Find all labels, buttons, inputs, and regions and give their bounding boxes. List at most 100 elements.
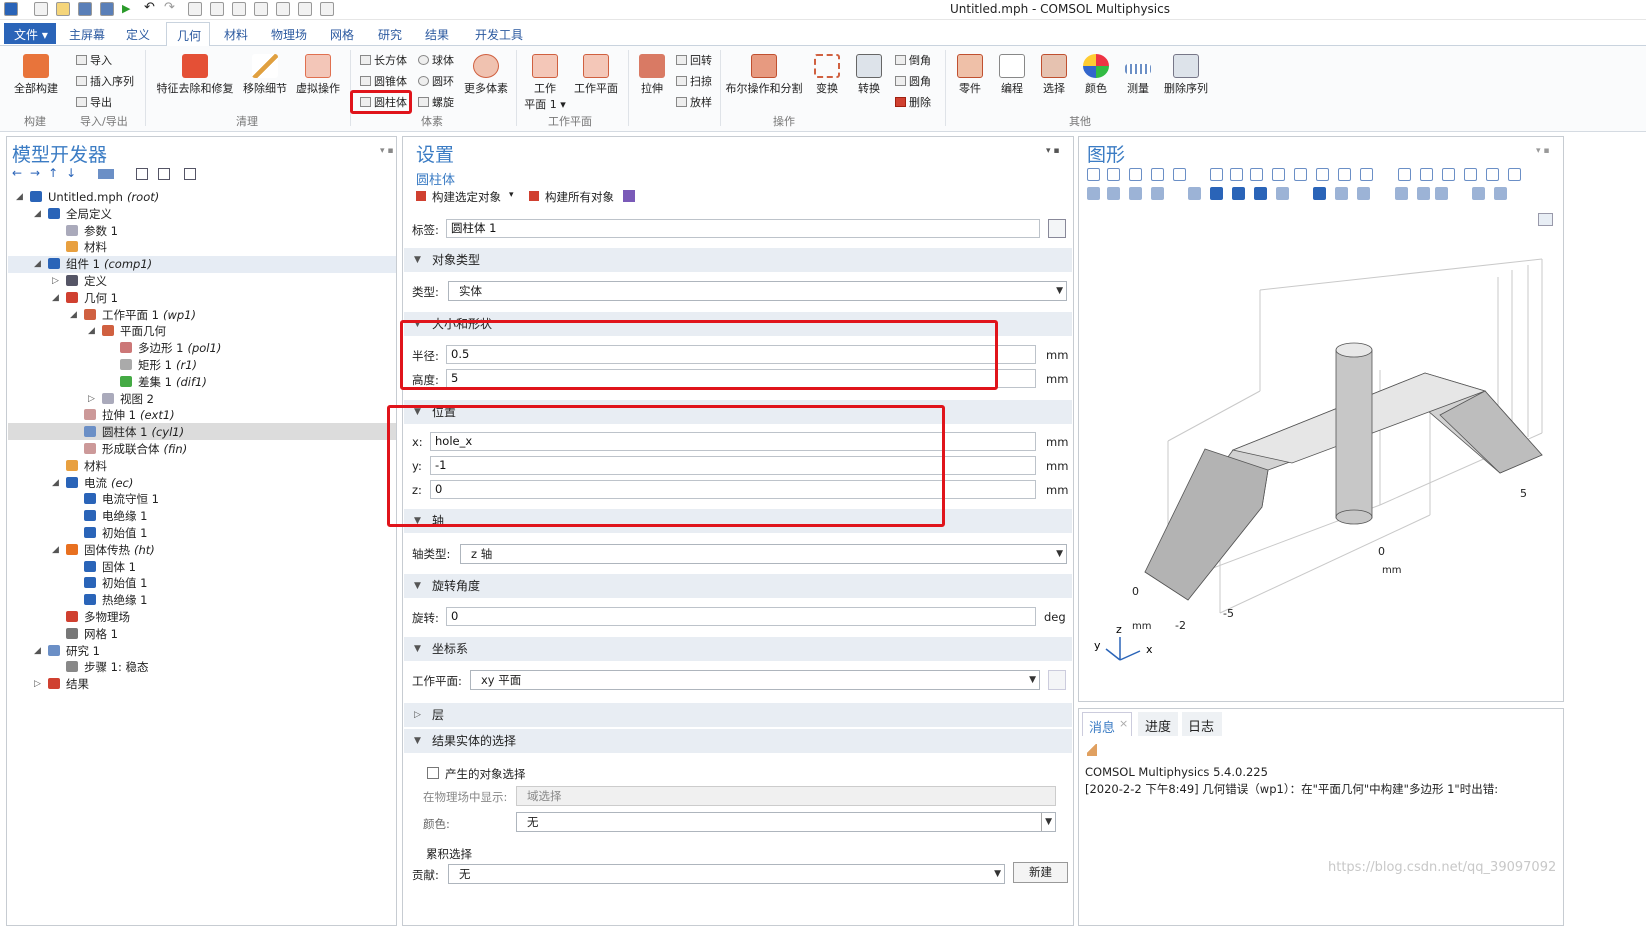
tree-expand-arrow[interactable]: ◢ <box>52 478 59 488</box>
paste-icon[interactable] <box>210 2 224 16</box>
graphics-tool-icon[interactable] <box>1357 187 1370 200</box>
revolve-button[interactable]: 回转 <box>676 52 712 68</box>
torus-button[interactable]: 圆环 <box>418 73 454 89</box>
clear-icon[interactable] <box>276 2 290 16</box>
tree-node[interactable]: 电流守恒 1 <box>84 491 159 508</box>
fillet-button[interactable]: 圆角 <box>895 73 931 89</box>
graphics-tool-icon[interactable] <box>1107 187 1120 200</box>
graphics-tool-icon[interactable] <box>1435 187 1448 200</box>
tree-expand-arrow[interactable]: ◢ <box>88 326 95 336</box>
reset-desktop-icon[interactable] <box>320 2 334 16</box>
tree-expand-arrow[interactable]: ◢ <box>16 192 23 202</box>
tree-node[interactable]: 步骤 1: 稳态 <box>66 659 149 676</box>
windows-icon[interactable] <box>298 2 312 16</box>
graphics-tool-icon[interactable] <box>1232 187 1245 200</box>
tree-node[interactable]: 结果 <box>48 676 89 693</box>
save-as-icon[interactable] <box>100 2 114 16</box>
duplicate-icon[interactable] <box>232 2 246 16</box>
colors-button[interactable]: 颜色 <box>1076 54 1116 96</box>
graphics-tool-icon[interactable] <box>1494 187 1507 200</box>
tree-expand-arrow[interactable]: ◢ <box>52 545 59 555</box>
work-plane-button[interactable]: 工作平面 <box>570 54 622 96</box>
conversions-button[interactable]: 转换 <box>850 54 888 96</box>
boolean-button[interactable]: 布尔操作和分割 <box>722 54 806 96</box>
tab-study[interactable]: 研究 <box>378 26 402 43</box>
copy-icon[interactable] <box>188 2 202 16</box>
tab-physics[interactable]: 物理场 <box>271 26 307 43</box>
programming-button[interactable]: 编程 <box>992 54 1032 96</box>
tree-node[interactable]: 固体传热 (ht) <box>66 542 155 559</box>
tab-geometry-active[interactable]: 几何 <box>166 22 210 47</box>
tree-node[interactable]: 固体 1 <box>84 559 136 576</box>
tree-expand-arrow[interactable]: ◢ <box>34 259 41 269</box>
measure-button[interactable]: 测量 <box>1118 54 1158 96</box>
tree-node[interactable]: 初始值 1 <box>84 525 147 542</box>
rotation-input[interactable]: 0 <box>446 607 1036 626</box>
save-icon[interactable] <box>78 2 92 16</box>
build-all-objects-button[interactable]: 构建所有对象 <box>545 189 614 205</box>
graphics-tool-icon[interactable] <box>1360 168 1373 181</box>
sphere-button[interactable]: 球体 <box>418 52 454 68</box>
insert-sequence-button[interactable]: 插入序列 <box>76 73 134 89</box>
contribute-select[interactable]: 无 ▼ <box>448 864 1005 884</box>
graphics-tool-icon[interactable] <box>1250 168 1263 181</box>
graphics-tool-icon[interactable] <box>1294 168 1307 181</box>
section-object-type[interactable]: ▼ 对象类型 <box>404 248 1072 272</box>
new-file-icon[interactable] <box>34 2 48 16</box>
tree-expand-arrow[interactable]: ◢ <box>70 310 77 320</box>
tab-results[interactable]: 结果 <box>425 26 449 43</box>
scene-light-icon[interactable] <box>1538 213 1553 226</box>
tree-toolbar[interactable]: ←→↑↓ <box>12 166 84 180</box>
tab-mesh[interactable]: 网格 <box>330 26 354 43</box>
graphics-tool-icon[interactable] <box>1335 187 1348 200</box>
expand-icon[interactable] <box>136 168 148 180</box>
tree-node[interactable]: 材料 <box>66 239 107 256</box>
tab-definitions[interactable]: 定义 <box>126 26 150 43</box>
file-menu-button[interactable]: 文件 ▾ <box>4 23 56 44</box>
tree-node[interactable]: 研究 1 <box>48 643 100 660</box>
export-button[interactable]: 导出 <box>76 94 112 110</box>
collapse-icon[interactable] <box>158 168 170 180</box>
helix-button[interactable]: 螺旋 <box>418 94 454 110</box>
graphics-tool-icon[interactable] <box>1087 168 1100 181</box>
tree-node[interactable]: 拉伸 1 (ext1) <box>84 407 175 424</box>
tree-node[interactable]: 材料 <box>66 458 107 475</box>
delete-icon[interactable] <box>254 2 268 16</box>
graphics-tool-icon[interactable] <box>1508 168 1521 181</box>
panel-menu-icon[interactable]: ▾ ▪ <box>380 146 393 156</box>
delete-sequence-button[interactable]: 删除序列 <box>1160 54 1212 96</box>
work-plane-1-button[interactable]: 工作 平面 1 ▾ <box>522 54 568 112</box>
tree-node[interactable]: 圆柱体 1 (cyl1) <box>84 424 184 441</box>
tree-node[interactable]: 网格 1 <box>66 626 118 643</box>
tree-expand-arrow[interactable]: ▷ <box>52 276 59 286</box>
cone-button[interactable]: 圆锥体 <box>360 73 407 89</box>
tree-expand-arrow[interactable]: ◢ <box>34 209 41 219</box>
tree-expand-arrow[interactable]: ◢ <box>52 293 59 303</box>
tree-node[interactable]: 热绝缘 1 <box>84 592 147 609</box>
tree-node[interactable]: Untitled.mph (root) <box>30 189 159 206</box>
graphics-tool-icon[interactable] <box>1472 187 1485 200</box>
tree-node[interactable]: 平面几何 <box>102 323 166 340</box>
show-icon[interactable] <box>98 169 114 179</box>
tree-expand-arrow[interactable]: ◢ <box>34 646 41 656</box>
tree-node[interactable]: 矩形 1 (r1) <box>120 357 197 374</box>
tree-node[interactable]: 差集 1 (dif1) <box>120 374 207 391</box>
section-selections[interactable]: ▼ 结果实体的选择 <box>404 729 1072 753</box>
section-coordinate-system[interactable]: ▼ 坐标系 <box>404 637 1072 661</box>
sweep-button[interactable]: 扫掠 <box>676 73 712 89</box>
open-file-icon[interactable] <box>56 2 70 16</box>
tree-node[interactable]: 电绝缘 1 <box>84 508 147 525</box>
graphics-tool-icon[interactable] <box>1442 168 1455 181</box>
build-all-button[interactable]: 全部构建 <box>10 54 62 96</box>
section-layers[interactable]: ▷ 层 <box>404 703 1072 727</box>
show-in-physics-select[interactable]: 域选择 <box>516 786 1056 806</box>
build-selected-dropdown-icon[interactable]: ▾ <box>509 190 514 200</box>
settings-menu-icon[interactable]: ▾ ▪ <box>1046 146 1059 156</box>
clear-messages-icon[interactable] <box>1087 744 1097 756</box>
graphics-canvas[interactable]: 5 0 mm -5 -2 0 mm z x y <box>1080 205 1564 699</box>
virtual-ops-button[interactable]: 虚拟操作 <box>292 54 344 96</box>
tab-progress[interactable]: 进度 <box>1138 712 1178 736</box>
tree-node[interactable]: 形成联合体 (fin) <box>84 441 187 458</box>
more-primitives-button[interactable]: 更多体素 <box>458 54 514 96</box>
section-rotation[interactable]: ▼ 旋转角度 <box>404 574 1072 598</box>
